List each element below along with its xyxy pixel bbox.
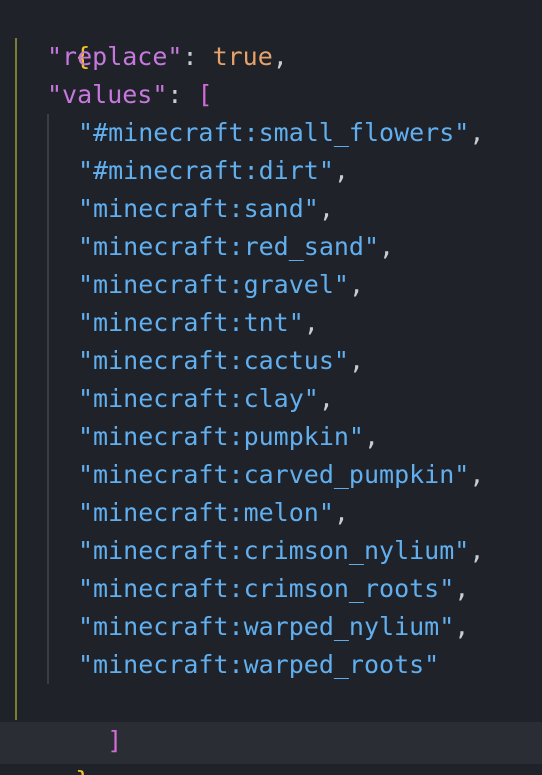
code-editor[interactable]: { "replace": true, "values": [ "#minecra…	[0, 0, 542, 775]
comma: ,	[454, 612, 470, 641]
comma: ,	[318, 194, 334, 223]
comma: ,	[348, 270, 364, 299]
indent-guide-outer	[15, 38, 17, 720]
comma: ,	[469, 536, 485, 565]
indent-guide-inner	[47, 114, 49, 684]
value-line: "minecraft:crimson_nylium",	[78, 532, 484, 570]
open-bracket: [	[197, 80, 213, 109]
value-line: "minecraft:sand",	[78, 190, 334, 228]
value-line: "minecraft:pumpkin",	[78, 418, 379, 456]
comma: ,	[469, 118, 485, 147]
value-string: "#minecraft:small_flowers"	[78, 118, 470, 147]
value-line: "minecraft:cactus",	[78, 342, 364, 380]
comma: ,	[469, 460, 485, 489]
value-line: "minecraft:melon",	[78, 494, 349, 532]
value-string: "minecraft:pumpkin"	[78, 422, 364, 451]
value-line: "minecraft:warped_roots"	[78, 646, 439, 684]
value-line: "minecraft:crimson_roots",	[78, 570, 469, 608]
value-string: "minecraft:gravel"	[78, 270, 349, 299]
value-line: "minecraft:red_sand",	[78, 228, 394, 266]
value-string: "minecraft:cactus"	[78, 346, 349, 375]
comma: ,	[379, 232, 395, 261]
value-string: "minecraft:melon"	[78, 498, 334, 527]
comma: ,	[333, 498, 349, 527]
values-key: "values"	[47, 80, 168, 109]
value-line: "minecraft:warped_nylium",	[78, 608, 469, 646]
code-line-close-bracket: ]	[47, 684, 122, 755]
comma: ,	[363, 422, 380, 451]
value-line: "#minecraft:dirt",	[78, 152, 349, 190]
value-string: "minecraft:clay"	[78, 384, 319, 413]
value-string: "#minecraft:dirt"	[78, 156, 334, 185]
code-line-1: {	[15, 0, 90, 71]
close-bracket: ]	[107, 726, 123, 755]
value-line: "minecraft:clay",	[78, 380, 334, 418]
value-line: "minecraft:carved_pumpkin",	[78, 456, 484, 494]
colon: :	[182, 42, 213, 71]
code-line-2: "replace": true,	[47, 38, 288, 76]
comma: ,	[318, 384, 334, 413]
replace-key: "replace"	[47, 42, 183, 71]
comma: ,	[333, 156, 349, 185]
value-line: "#minecraft:small_flowers",	[78, 114, 484, 152]
replace-value: true	[212, 42, 273, 71]
code-line-3: "values": [	[47, 76, 213, 114]
comma: ,	[348, 346, 364, 375]
value-string: "minecraft:warped_roots"	[78, 650, 440, 679]
value-string: "minecraft:carved_pumpkin"	[78, 460, 470, 489]
value-string: "minecraft:warped_nylium"	[78, 612, 455, 641]
colon: :	[167, 80, 198, 109]
value-line: "minecraft:gravel",	[78, 266, 364, 304]
comma: ,	[454, 574, 470, 603]
close-brace: }	[75, 766, 90, 775]
value-string: "minecraft:tnt"	[78, 308, 304, 337]
value-line: "minecraft:tnt",	[78, 304, 319, 342]
comma: ,	[272, 42, 288, 71]
value-string: "minecraft:crimson_nylium"	[78, 536, 470, 565]
code-line-close-brace: }	[15, 724, 90, 775]
value-string: "minecraft:sand"	[78, 194, 319, 223]
value-string: "minecraft:crimson_roots"	[78, 574, 455, 603]
value-string: "minecraft:red_sand"	[78, 232, 380, 261]
comma: ,	[303, 308, 319, 337]
